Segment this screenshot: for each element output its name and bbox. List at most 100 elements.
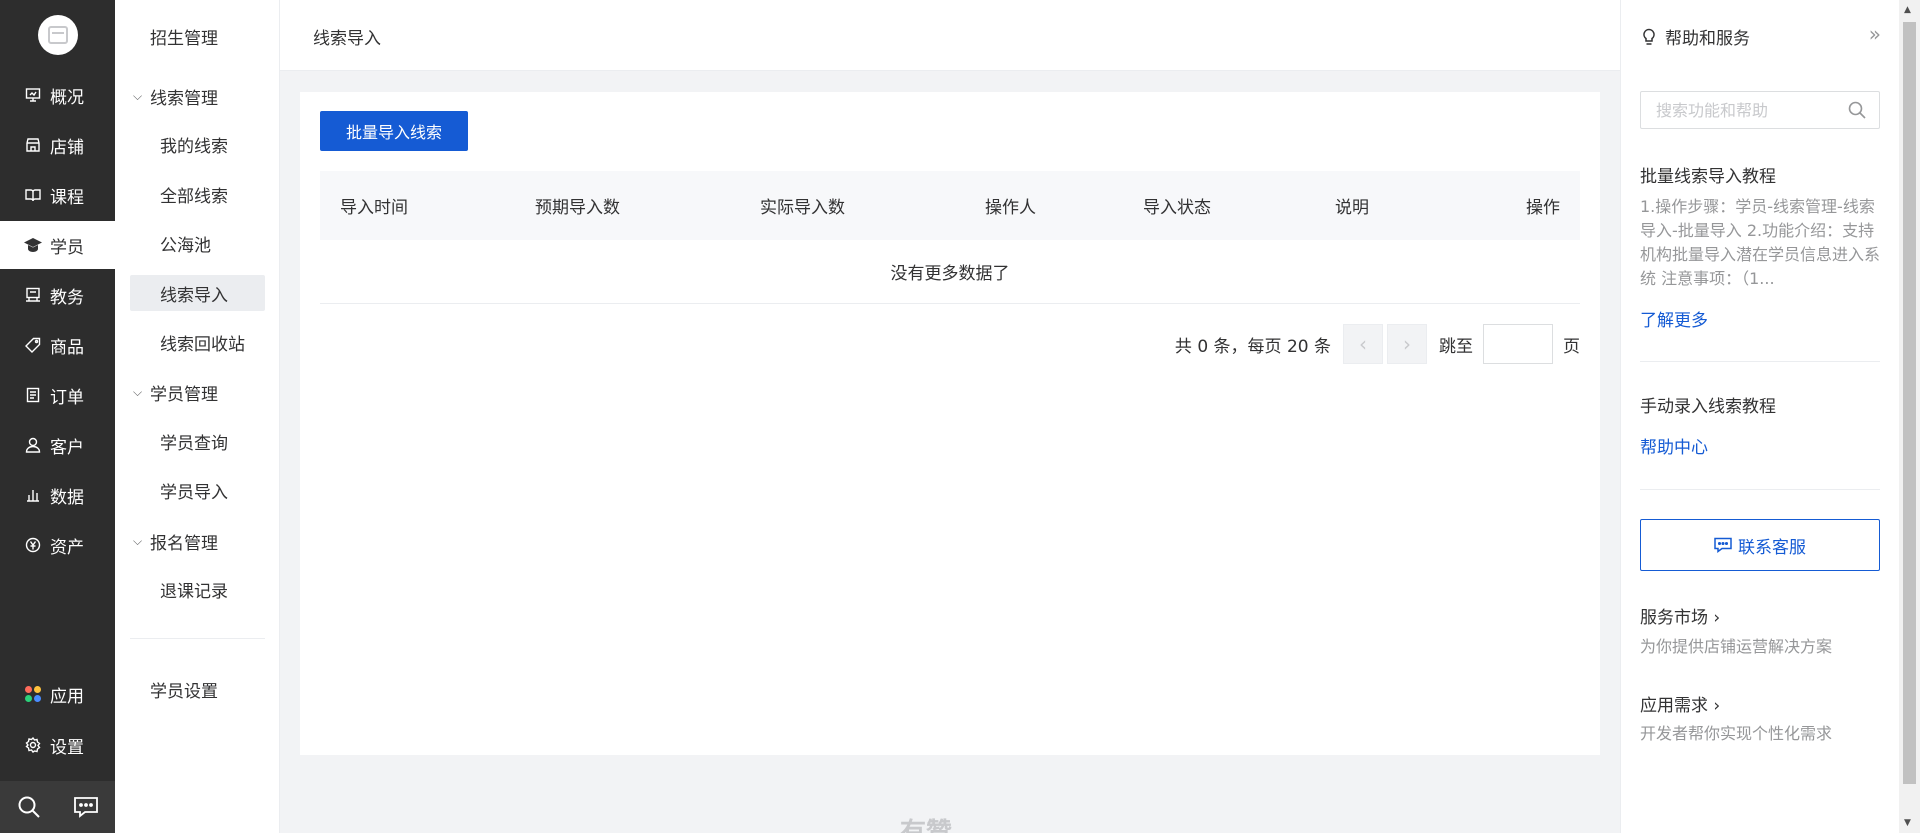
group-label: 报名管理	[150, 534, 218, 554]
store-logo-icon	[48, 26, 68, 44]
user-icon	[24, 436, 42, 454]
sidebar-item-student-import[interactable]: 学员导入	[130, 472, 265, 508]
page-scrollbar[interactable]: ▲ ▼	[1899, 0, 1920, 833]
help-panel-title: 帮助和服务	[1665, 29, 1750, 49]
chart-icon	[24, 486, 42, 504]
sidebar-item-all-leads[interactable]: 全部线索	[130, 176, 265, 212]
nav-item-student[interactable]: 学员	[0, 221, 115, 269]
tag-icon	[24, 336, 42, 354]
help-panel: 帮助和服务 » 批量线索导入教程 1.操作步骤：学员-线索管理-线索导入-批量导…	[1620, 0, 1899, 833]
sidebar-item-student-query[interactable]: 学员查询	[130, 423, 265, 459]
group-enrollment-management[interactable]: ⌵ 报名管理	[133, 529, 218, 554]
store-icon	[24, 136, 42, 154]
help-section-title: 批量线索导入教程	[1640, 167, 1776, 187]
chevron-down-icon: ⌵	[133, 89, 143, 103]
nav-item-overview[interactable]: 概况	[0, 71, 115, 119]
help-search-input[interactable]	[1640, 91, 1880, 129]
column-header: 实际导入数	[760, 198, 845, 218]
learn-more-link[interactable]: 了解更多	[1640, 306, 1708, 331]
nav-item-assets[interactable]: 资产	[0, 521, 115, 569]
app-demand-link[interactable]: 应用需求 ›	[1640, 691, 1720, 716]
nav-item-course[interactable]: 课程	[0, 171, 115, 219]
sidebar-item-withdrawal-records[interactable]: 退课记录	[130, 571, 265, 607]
nav-item-apps[interactable]: 应用	[0, 670, 115, 718]
prev-page-button[interactable]: ‹	[1343, 324, 1383, 364]
app-demand-description: 开发者帮你实现个性化需求	[1640, 724, 1833, 743]
pagination-summary: 共 0 条，每页 20 条	[1174, 336, 1331, 357]
scroll-up-arrow-icon[interactable]: ▲	[1904, 5, 1911, 15]
column-header: 预期导入数	[535, 198, 620, 218]
message-button[interactable]	[58, 781, 116, 833]
teaching-icon	[24, 286, 42, 304]
chevron-down-icon: ⌵	[133, 534, 143, 548]
nav-item-teaching[interactable]: 教务	[0, 271, 115, 319]
main-card: 批量导入线索 导入时间 预期导入数 实际导入数 操作人 导入状态 说明 操作 没…	[300, 92, 1600, 755]
next-page-button[interactable]: ›	[1387, 324, 1427, 364]
help-center-link[interactable]: 帮助中心	[1640, 433, 1708, 458]
chevron-right-icon: ›	[1713, 696, 1721, 716]
sidebar-item-student-settings[interactable]: 学员设置	[130, 671, 265, 707]
help-panel-header: 帮助和服务	[1641, 24, 1750, 49]
gear-icon	[24, 736, 42, 754]
nav-item-label: 店铺	[50, 137, 84, 158]
scrollbar-thumb[interactable]	[1903, 22, 1916, 784]
divider	[130, 638, 265, 639]
breadcrumb: 线索导入	[313, 29, 381, 49]
yuan-icon	[24, 536, 42, 554]
divider	[1640, 361, 1880, 362]
service-market-link[interactable]: 服务市场 ›	[1640, 603, 1720, 628]
collapse-panel-button[interactable]: »	[1869, 22, 1881, 46]
contact-support-button[interactable]: 联系客服	[1640, 519, 1880, 571]
column-header: 操作人	[985, 198, 1036, 218]
column-header: 导入时间	[340, 198, 408, 218]
contact-support-label: 联系客服	[1738, 537, 1806, 558]
nav-item-label: 订单	[50, 387, 84, 408]
page-jump-input[interactable]	[1483, 324, 1553, 364]
nav-item-store[interactable]: 店铺	[0, 121, 115, 169]
help-section-title: 手动录入线索教程	[1640, 397, 1776, 417]
apps-icon	[24, 685, 42, 703]
table-header: 导入时间 预期导入数 实际导入数 操作人 导入状态 说明 操作	[320, 171, 1580, 240]
double-chevron-right-icon: »	[1868, 22, 1881, 46]
chevron-right-icon: ›	[1403, 332, 1411, 356]
help-section-description: 1.操作步骤：学员-线索管理-线索导入-批量导入 2.功能介绍：支持机构批量导入…	[1640, 197, 1881, 288]
jump-label: 跳至	[1439, 336, 1473, 357]
sidebar-item-lead-import[interactable]: 线索导入	[130, 275, 265, 311]
page-header: 线索导入	[280, 0, 1620, 71]
nav-item-label: 应用	[50, 686, 84, 707]
chevron-down-icon: ⌵	[133, 385, 143, 399]
book-icon	[24, 186, 42, 204]
sidebar-item-lead-recycle-bin[interactable]: 线索回收站	[130, 324, 265, 360]
group-student-management[interactable]: ⌵ 学员管理	[133, 380, 218, 405]
secondary-nav-title: 招生管理	[150, 29, 218, 49]
brand-watermark: 有赞	[900, 818, 953, 833]
global-search-button[interactable]	[0, 781, 58, 833]
nav-item-label: 商品	[50, 337, 84, 358]
order-icon	[24, 386, 42, 404]
table-empty-state: 没有更多数据了	[320, 240, 1580, 304]
nav-item-customer[interactable]: 客户	[0, 421, 115, 469]
nav-item-settings[interactable]: 设置	[0, 721, 115, 769]
nav-item-label: 客户	[50, 437, 84, 458]
batch-import-leads-button[interactable]: 批量导入线索	[320, 111, 468, 151]
divider	[1640, 489, 1880, 490]
nav-item-goods[interactable]: 商品	[0, 321, 115, 369]
group-lead-management[interactable]: ⌵ 线索管理	[133, 84, 218, 109]
sidebar-item-public-pool[interactable]: 公海池	[130, 225, 265, 261]
nav-item-orders[interactable]: 订单	[0, 371, 115, 419]
chevron-left-icon: ‹	[1359, 332, 1367, 356]
scroll-down-arrow-icon[interactable]: ▼	[1904, 818, 1911, 828]
nav-item-label: 数据	[50, 487, 84, 508]
chat-icon	[74, 797, 99, 818]
search-icon	[18, 796, 40, 818]
main-nav: 概况 店铺 课程 学员 教务 商品 订单 客户 数据 资产 应用 设置	[0, 0, 115, 833]
sidebar-item-my-leads[interactable]: 我的线索	[130, 126, 265, 162]
chat-icon	[1714, 537, 1732, 553]
nav-item-label: 设置	[50, 737, 84, 758]
group-label: 线索管理	[150, 89, 218, 109]
store-logo[interactable]	[38, 15, 78, 55]
service-market-label: 服务市场	[1640, 608, 1708, 628]
app-demand-label: 应用需求	[1640, 696, 1708, 716]
nav-item-data[interactable]: 数据	[0, 471, 115, 519]
chevron-right-icon: ›	[1713, 608, 1721, 628]
